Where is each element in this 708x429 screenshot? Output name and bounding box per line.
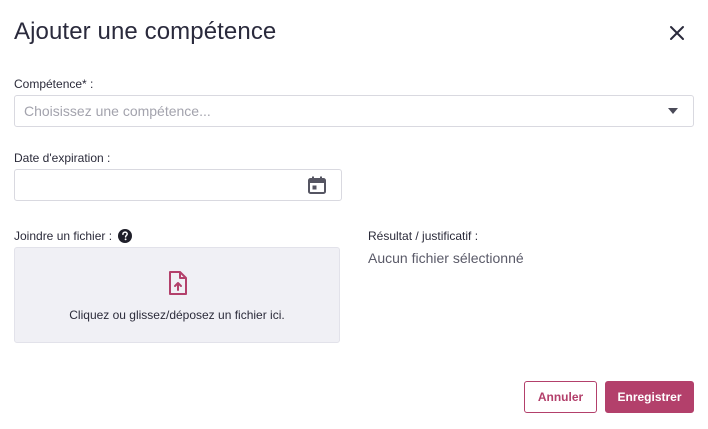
expiration-date-input[interactable]	[15, 170, 295, 200]
attachment-label: Joindre un fichier :	[14, 229, 113, 243]
cancel-button[interactable]: Annuler	[524, 381, 597, 413]
skill-label: Compétence* :	[14, 77, 94, 91]
result-label: Résultat / justificatif :	[368, 229, 479, 243]
calendar-icon[interactable]	[307, 175, 327, 195]
result-value: Aucun fichier sélectionné	[368, 250, 524, 266]
dialog-title: Ajouter une compétence	[14, 18, 277, 45]
file-upload-icon	[169, 271, 187, 295]
add-skill-dialog: Ajouter une compétence Compétence* : Cho…	[0, 0, 708, 429]
close-button[interactable]	[666, 22, 688, 44]
skill-select[interactable]: Choisissez une compétence...	[14, 95, 694, 127]
save-button[interactable]: Enregistrer	[605, 381, 694, 413]
attachment-label-row: Joindre un fichier :	[14, 229, 133, 243]
close-icon	[670, 26, 684, 40]
dropzone-text: Cliquez ou glissez/déposez un fichier ic…	[69, 308, 285, 322]
expiration-date-field[interactable]	[14, 169, 342, 201]
expiration-date-label: Date d'expiration :	[14, 151, 111, 165]
file-dropzone[interactable]: Cliquez ou glissez/déposez un fichier ic…	[14, 247, 340, 343]
caret-down-icon	[668, 108, 678, 114]
help-circle-icon[interactable]	[118, 229, 133, 243]
skill-select-placeholder: Choisissez une compétence...	[24, 103, 211, 119]
